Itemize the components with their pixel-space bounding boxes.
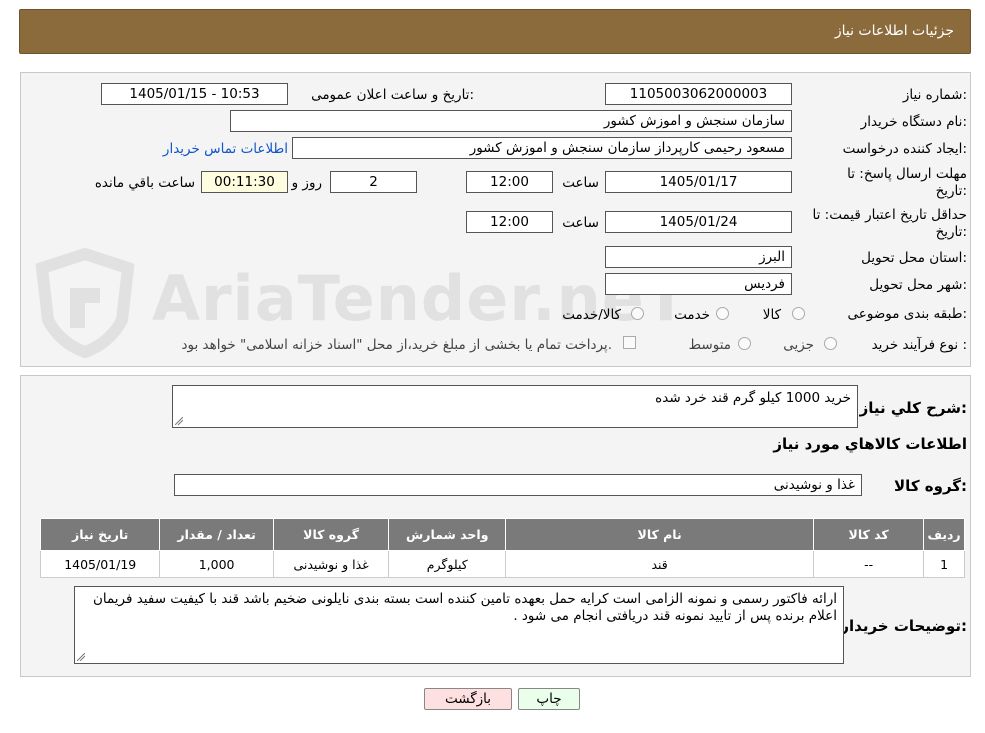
resize-handle-icon[interactable] xyxy=(175,417,183,425)
city-label: شهر محل تحویل: xyxy=(869,277,967,293)
days-word: روز و xyxy=(291,175,322,191)
col-quantity: تعداد / مقدار xyxy=(159,518,274,551)
process-radio-medium[interactable] xyxy=(738,337,751,350)
col-goods-name: نام کالا xyxy=(505,518,815,551)
col-need-date: تاریخ نیاز xyxy=(39,518,161,551)
buyer-label: نام دستگاه خریدار: xyxy=(860,114,967,130)
creator-label: ایجاد کننده درخواست: xyxy=(842,141,967,157)
page-header: جزئیات اطلاعات نیاز xyxy=(19,9,971,54)
city-field: فردیس xyxy=(605,273,792,295)
cell-goods-group: غذا و نوشیدنی xyxy=(272,550,390,578)
description-text: خرید 1000 کیلو گرم قند خرد شده xyxy=(655,390,851,406)
category-radio-goods-service[interactable] xyxy=(631,307,644,320)
announce-field: 1405/01/15 - 10:53 xyxy=(101,83,288,105)
validity-label-line1: حداقل تاریخ اعتبار قیمت: تا xyxy=(812,207,967,223)
back-button[interactable]: بازگشت xyxy=(424,688,512,710)
resize-handle-icon[interactable] xyxy=(77,653,85,661)
deadline-time-word: ساعت xyxy=(562,175,599,191)
col-unit: واحد شمارش xyxy=(388,518,507,551)
remaining-time-field: 00:11:30 xyxy=(201,171,288,193)
deadline-label-line1: مهلت ارسال پاسخ: تا xyxy=(847,166,967,182)
deadline-time-field: 12:00 xyxy=(466,171,553,193)
remaining-word: ساعت باقي مانده xyxy=(94,175,195,191)
print-button[interactable]: چاپ xyxy=(518,688,580,710)
cell-need-date: 1405/01/19 xyxy=(39,550,161,578)
process-label: نوع فرآیند خرید : xyxy=(871,337,967,353)
col-row: رديف xyxy=(923,518,965,551)
col-goods-code: کد کالا xyxy=(813,518,925,551)
province-label: استان محل تحویل: xyxy=(861,250,967,266)
announce-label: تاریخ و ساعت اعلان عمومی: xyxy=(311,87,474,103)
category-option-service: خدمت xyxy=(674,307,710,323)
buyer-notes-label: توضیحات خریدار: xyxy=(840,617,967,635)
cell-goods-name: قند xyxy=(505,550,815,578)
cell-quantity: 1,000 xyxy=(159,550,274,578)
category-label: طبقه بندی موضوعی: xyxy=(847,306,967,322)
deadline-label-line2: تاریخ: xyxy=(935,183,967,199)
process-option-minor: جزیی xyxy=(783,337,814,353)
page-title: جزئیات اطلاعات نیاز xyxy=(834,23,954,39)
buyer-notes-text: ارائه فاکتور رسمی و نمونه الزامی است کرا… xyxy=(92,591,837,624)
description-field: خرید 1000 کیلو گرم قند خرد شده xyxy=(172,385,858,428)
buyer-notes-field: ارائه فاکتور رسمی و نمونه الزامی است کرا… xyxy=(74,586,844,664)
cell-goods-code: -- xyxy=(813,550,925,578)
validity-time-field: 12:00 xyxy=(466,211,553,233)
need-number-field: 1105003062000003 xyxy=(605,83,792,105)
cell-row: 1 xyxy=(923,550,965,578)
province-field: البرز xyxy=(605,246,792,268)
buyer-contact-link[interactable]: اطلاعات تماس خریدار xyxy=(163,141,288,157)
items-table-header-row: تاریخ نیاز تعداد / مقدار گروه کالا واحد … xyxy=(39,518,965,551)
description-label: شرح کلي نياز: xyxy=(859,399,967,417)
category-option-goods: کالا xyxy=(762,307,781,323)
payment-note: پرداخت تمام یا بخشی از مبلغ خرید،از محل … xyxy=(181,337,612,353)
watermark-logo xyxy=(35,248,135,358)
category-option-goods-service: کالا/خدمت xyxy=(562,307,621,323)
process-radio-minor[interactable] xyxy=(824,337,837,350)
validity-time-word: ساعت xyxy=(562,215,599,231)
goods-group-label: گروه کالا: xyxy=(894,477,967,495)
cell-unit: کیلوگرم xyxy=(388,550,507,578)
buyer-field: سازمان سنجش و اموزش کشور xyxy=(230,110,792,132)
process-option-medium: متوسط xyxy=(688,337,731,353)
need-number-label: شماره نیاز: xyxy=(902,87,967,103)
goods-info-heading: اطلاعات کالاهاي مورد نياز xyxy=(773,435,967,453)
category-radio-service[interactable] xyxy=(716,307,729,320)
validity-date-field: 1405/01/24 xyxy=(605,211,792,233)
days-field: 2 xyxy=(330,171,417,193)
category-radio-goods[interactable] xyxy=(792,307,805,320)
treasury-checkbox[interactable] xyxy=(623,336,636,349)
col-goods-group: گروه کالا xyxy=(272,518,390,551)
table-row: 1405/01/19 1,000 غذا و نوشیدنی کیلوگرم ق… xyxy=(39,550,965,578)
items-table: تاریخ نیاز تعداد / مقدار گروه کالا واحد … xyxy=(39,518,965,578)
validity-label-line2: تاریخ: xyxy=(935,224,967,240)
creator-field: مسعود رحیمی کارپرداز سازمان سنجش و اموزش… xyxy=(292,137,792,159)
goods-group-field: غذا و نوشیدنی xyxy=(174,474,862,496)
deadline-date-field: 1405/01/17 xyxy=(605,171,792,193)
